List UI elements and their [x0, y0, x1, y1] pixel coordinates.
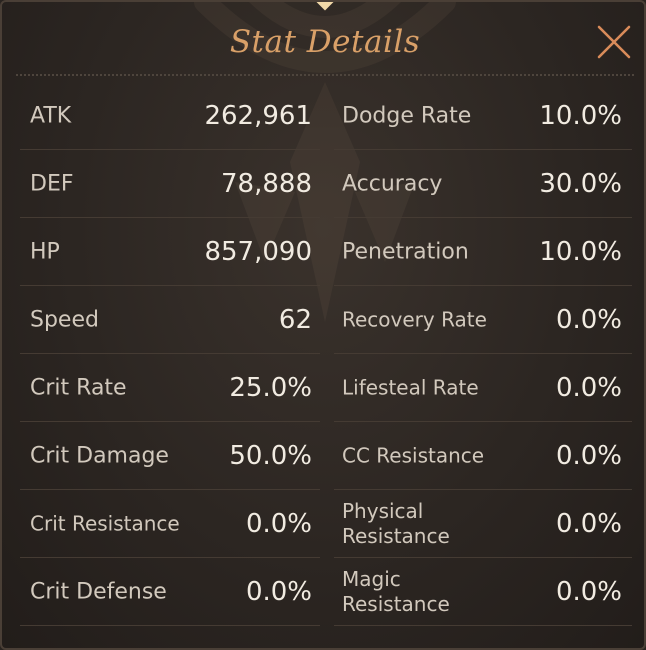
- stat-label: Physical Resistance: [342, 499, 450, 549]
- stat-value: 0.0%: [555, 372, 622, 403]
- stat-row-crit-resistance: Crit Resistance 0.0%: [20, 490, 320, 558]
- stat-row-speed: Speed 62: [20, 286, 320, 354]
- stat-row-def: DEF 78,888: [20, 150, 320, 218]
- stat-row-lifesteal-rate: Lifesteal Rate 0.0%: [334, 354, 632, 422]
- stat-label: Crit Resistance: [30, 511, 180, 535]
- stat-label: CC Resistance: [342, 443, 485, 467]
- close-button[interactable]: [596, 24, 632, 60]
- stat-details-panel: Stat Details ATK 262,961 DEF 78,888 HP 8…: [0, 0, 646, 650]
- stat-label: Crit Rate: [30, 375, 127, 400]
- stat-value: 0.0%: [555, 508, 622, 539]
- stat-label: DEF: [30, 171, 74, 196]
- stat-value: 857,090: [204, 236, 312, 267]
- stat-value: 0.0%: [555, 576, 622, 607]
- stat-label: HP: [30, 239, 60, 264]
- stat-value: 0.0%: [245, 576, 312, 607]
- stat-value: 0.0%: [555, 440, 622, 471]
- header-divider: [16, 74, 634, 76]
- stat-label-line: Physical: [342, 498, 424, 523]
- panel-title: Stat Details: [229, 24, 421, 60]
- stat-row-recovery-rate: Recovery Rate 0.0%: [334, 286, 632, 354]
- stat-row-dodge-rate: Dodge Rate 10.0%: [334, 82, 632, 150]
- stat-value: 10.0%: [539, 236, 622, 267]
- stat-label-line: Resistance: [342, 591, 450, 616]
- stat-value: 25.0%: [229, 372, 312, 403]
- stat-row-magic-resistance: Magic Resistance 0.0%: [334, 558, 632, 626]
- stat-label: Penetration: [342, 239, 469, 264]
- stat-row-physical-resistance: Physical Resistance 0.0%: [334, 490, 632, 558]
- close-icon: [597, 25, 631, 59]
- stat-row-atk: ATK 262,961: [20, 82, 320, 150]
- stat-row-crit-defense: Crit Defense 0.0%: [20, 558, 320, 626]
- stat-label: Crit Damage: [30, 443, 169, 468]
- stat-row-crit-rate: Crit Rate 25.0%: [20, 354, 320, 422]
- stat-label: Magic Resistance: [342, 567, 450, 617]
- stat-row-cc-resistance: CC Resistance 0.0%: [334, 422, 632, 490]
- stat-label: Accuracy: [342, 171, 443, 196]
- stat-value: 50.0%: [229, 440, 312, 471]
- stat-label: ATK: [30, 103, 72, 128]
- stat-value: 0.0%: [555, 304, 622, 335]
- stat-row-crit-damage: Crit Damage 50.0%: [20, 422, 320, 490]
- stat-value: 62: [278, 304, 312, 335]
- stat-value: 262,961: [204, 100, 312, 131]
- stat-value: 10.0%: [539, 100, 622, 131]
- stat-row-penetration: Penetration 10.0%: [334, 218, 632, 286]
- stat-label-line: Magic: [342, 566, 401, 591]
- stat-label-line: Resistance: [342, 523, 450, 548]
- stat-label: Lifesteal Rate: [342, 375, 479, 399]
- stat-value: 0.0%: [245, 508, 312, 539]
- stat-label: Crit Defense: [30, 579, 167, 604]
- stat-label: Speed: [30, 307, 99, 332]
- stat-row-hp: HP 857,090: [20, 218, 320, 286]
- right-stats-column: Dodge Rate 10.0% Accuracy 30.0% Penetrat…: [334, 82, 632, 626]
- stat-label: Dodge Rate: [342, 103, 472, 128]
- stat-value: 30.0%: [539, 168, 622, 199]
- stat-label: Recovery Rate: [342, 307, 487, 331]
- left-stats-column: ATK 262,961 DEF 78,888 HP 857,090 Speed …: [20, 82, 320, 626]
- stat-value: 78,888: [221, 168, 312, 199]
- stat-row-accuracy: Accuracy 30.0%: [334, 150, 632, 218]
